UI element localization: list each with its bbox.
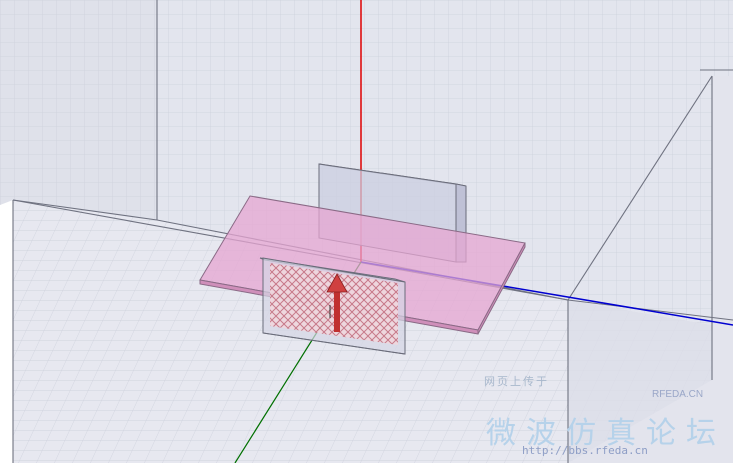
watermark-top-line: 网页上传于 [484,375,549,388]
watermark-url: http://bbs.rfeda.cn [522,444,648,457]
3d-modeler-viewport[interactable]: 网页上传于 RFEDA.CN 微波仿真论坛 http://bbs.rfeda.c… [0,0,733,463]
air-box-left-grid [0,0,157,220]
scene-canvas[interactable] [0,0,733,463]
watermark-brand: RFEDA.CN [652,389,704,400]
